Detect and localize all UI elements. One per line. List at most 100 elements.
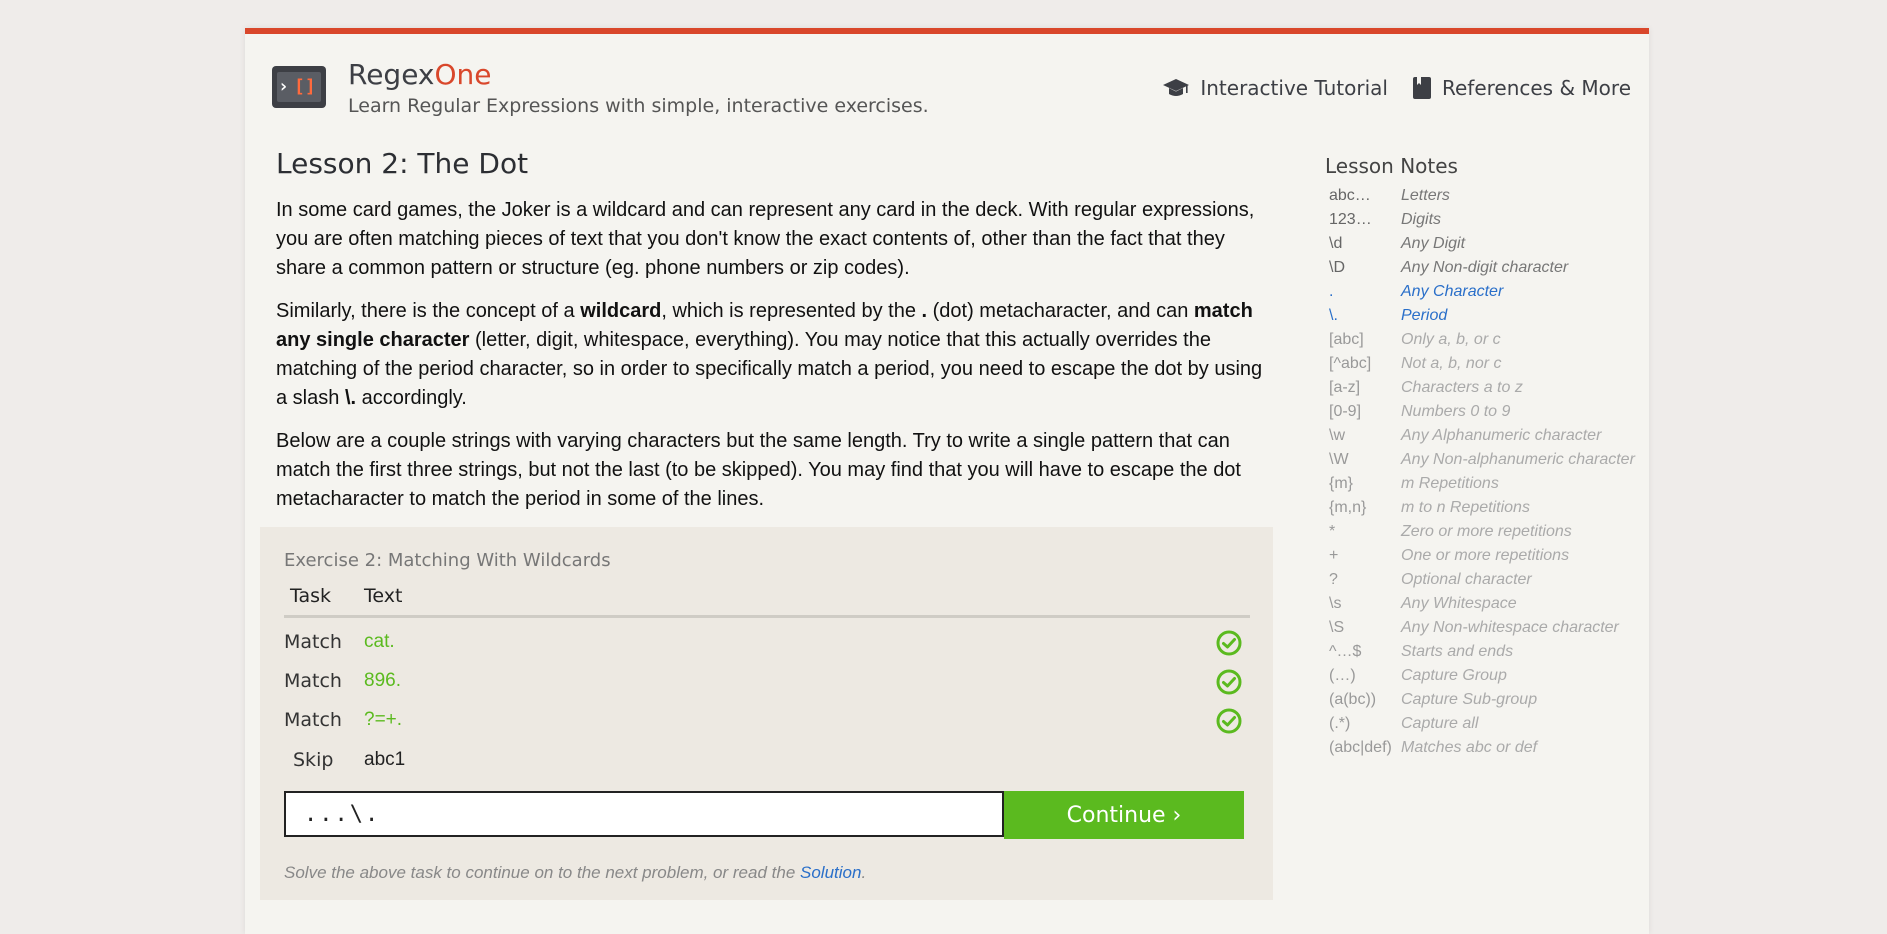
lesson-note-pattern: * [1329,523,1336,540]
top-nav: Interactive Tutorial References & More [1162,76,1631,100]
lesson-note-pattern: \w [1329,427,1345,444]
lesson-note-item[interactable]: ? Optional character [1325,568,1649,592]
row-task: Match [284,670,342,692]
nav-interactive-tutorial[interactable]: Interactive Tutorial [1162,76,1388,100]
lesson-note-description: One or more repetitions [1401,547,1570,564]
exercise-hint: Solve the above task to continue on to t… [284,863,867,882]
exercise-table-header: Task Text [284,583,1250,618]
lesson-note-pattern: 123… [1329,211,1372,228]
lesson-note-item[interactable]: + One or more repetitions [1325,544,1649,568]
lesson-note-item[interactable]: {m,n} m to n Repetitions [1325,496,1649,520]
lesson-note-item[interactable]: [^abc] Not a, b, nor c [1325,352,1649,376]
lesson-note-pattern: [a-z] [1329,379,1361,396]
lesson-note-description: Capture all [1401,715,1479,732]
lesson-note-description: Capture Sub-group [1401,691,1538,708]
exercise-panel: Exercise 2: Matching With Wildcards Task… [260,527,1273,900]
row-task: Match [284,709,342,731]
lesson-note-description: Period [1401,307,1448,324]
lesson-note-item[interactable]: [0-9] Numbers 0 to 9 [1325,400,1649,424]
lesson-note-item[interactable]: (a(bc)) Capture Sub-group [1325,688,1649,712]
lesson-note-item[interactable]: \W Any Non-alphanumeric character [1325,448,1649,472]
lesson-note-description: Any Non-digit character [1401,259,1569,276]
column-text: Text [364,585,403,607]
lesson-note-pattern: [^abc] [1329,355,1372,372]
lesson-note-pattern: + [1329,547,1339,564]
lesson-note-description: m Repetitions [1401,475,1499,492]
regexone-logo-icon[interactable]: ›[] [272,66,326,108]
lesson-paragraph-1: In some card games, the Joker is a wildc… [276,199,1255,279]
lesson-note-item[interactable]: 123… Digits [1325,208,1649,232]
lesson-note-pattern: \W [1329,451,1349,468]
lesson-note-pattern: (…) [1329,667,1356,684]
lesson-note-item[interactable]: (.*) Capture all [1325,712,1649,736]
lesson-note-description: Numbers 0 to 9 [1401,403,1511,420]
lesson-note-pattern: \. [1329,307,1338,324]
tagline: Learn Regular Expressions with simple, i… [348,95,929,117]
lesson-note-item[interactable]: . Any Character [1325,280,1649,304]
lesson-note-item[interactable]: \s Any Whitespace [1325,592,1649,616]
lesson-note-pattern: [abc] [1329,331,1364,348]
lesson-note-item[interactable]: (abc|def) Matches abc or def [1325,736,1649,760]
page-container: ›[] RegexOne Learn Regular Expressions w… [245,28,1649,934]
lesson-note-pattern: \S [1329,619,1345,636]
graduation-cap-icon [1162,76,1190,100]
row-task: Skip [293,749,334,771]
table-row: Skip abc1 [284,743,1250,782]
lesson-note-description: Any Whitespace [1401,595,1517,612]
lesson-note-description: Any Non-whitespace character [1401,619,1619,636]
column-task: Task [290,585,332,607]
lesson-note-item[interactable]: {m} m Repetitions [1325,472,1649,496]
lesson-note-pattern: (abc|def) [1329,739,1392,756]
solution-link[interactable]: Solution [800,863,861,882]
lesson-notes-list: abc… Letters 123… Digits \d Any Digit \D Any No… [1325,184,1649,760]
lesson-note-description: Any Digit [1401,235,1466,252]
brand-title[interactable]: RegexOne [348,58,492,92]
lesson-note-item[interactable]: \d Any Digit [1325,232,1649,256]
lesson-note-description: Letters [1401,187,1450,204]
row-text: cat. [364,631,395,652]
lesson-note-description: Matches abc or def [1401,739,1538,756]
lesson-note-description: m to n Repetitions [1401,499,1530,516]
lesson-note-pattern: ^…$ [1329,643,1362,660]
lesson-note-pattern: [0-9] [1329,403,1362,420]
lesson-note-item[interactable]: [abc] Only a, b, or c [1325,328,1649,352]
lesson-note-pattern: \s [1329,595,1342,612]
table-row: Match ?=+. [284,703,1250,742]
continue-button[interactable]: Continue › [1004,791,1244,839]
lesson-note-item[interactable]: \. Period [1325,304,1649,328]
lesson-paragraph-3: Below are a couple strings with varying … [276,430,1241,510]
lesson-note-pattern: (a(bc)) [1329,691,1377,708]
lesson-note-item[interactable]: \S Any Non-whitespace character [1325,616,1649,640]
lesson-note-item[interactable]: (…) Capture Group [1325,664,1649,688]
lesson-note-description: Digits [1401,211,1442,228]
book-icon [1412,76,1432,100]
lesson-note-item[interactable]: ^…$ Starts and ends [1325,640,1649,664]
nav-references-label: References & More [1441,76,1631,100]
lesson-note-description: Not a, b, nor c [1401,355,1502,372]
lesson-note-pattern: (.*) [1329,715,1351,732]
lesson-note-pattern: ? [1329,571,1338,588]
lesson-note-pattern: \d [1329,235,1343,252]
lesson-note-description: Capture Group [1401,667,1507,684]
nav-references[interactable]: References & More [1412,76,1631,100]
regex-input-wrapper [284,791,1004,837]
lesson-note-item[interactable]: \w Any Alphanumeric character [1325,424,1649,448]
lesson-note-description: Any Non-alphanumeric character [1401,451,1635,468]
lesson-note-item[interactable]: abc… Letters [1325,184,1649,208]
nav-interactive-tutorial-label: Interactive Tutorial [1200,76,1388,100]
lesson-note-description: Zero or more repetitions [1401,523,1572,540]
table-row: Match cat. [284,625,1250,664]
lesson-note-item[interactable]: * Zero or more repetitions [1325,520,1649,544]
lesson-note-item[interactable]: [a-z] Characters a to z [1325,376,1649,400]
regex-input[interactable] [286,793,1002,835]
lesson-paragraph-2: Similarly, there is the concept of a wil… [276,300,1263,409]
lesson-notes: Lesson Notes abc… Letters 123… Digits \d Any … [1325,154,1649,760]
lesson-note-pattern: . [1329,283,1334,300]
row-text: abc1 [364,749,406,770]
row-text: ?=+. [364,709,403,730]
lesson-note-description: Any Character [1401,283,1504,300]
lesson-note-description: Starts and ends [1401,643,1514,660]
lesson-note-item[interactable]: \D Any Non-digit character [1325,256,1649,280]
lesson-note-description: Optional character [1401,571,1532,588]
row-task: Match [284,631,342,653]
